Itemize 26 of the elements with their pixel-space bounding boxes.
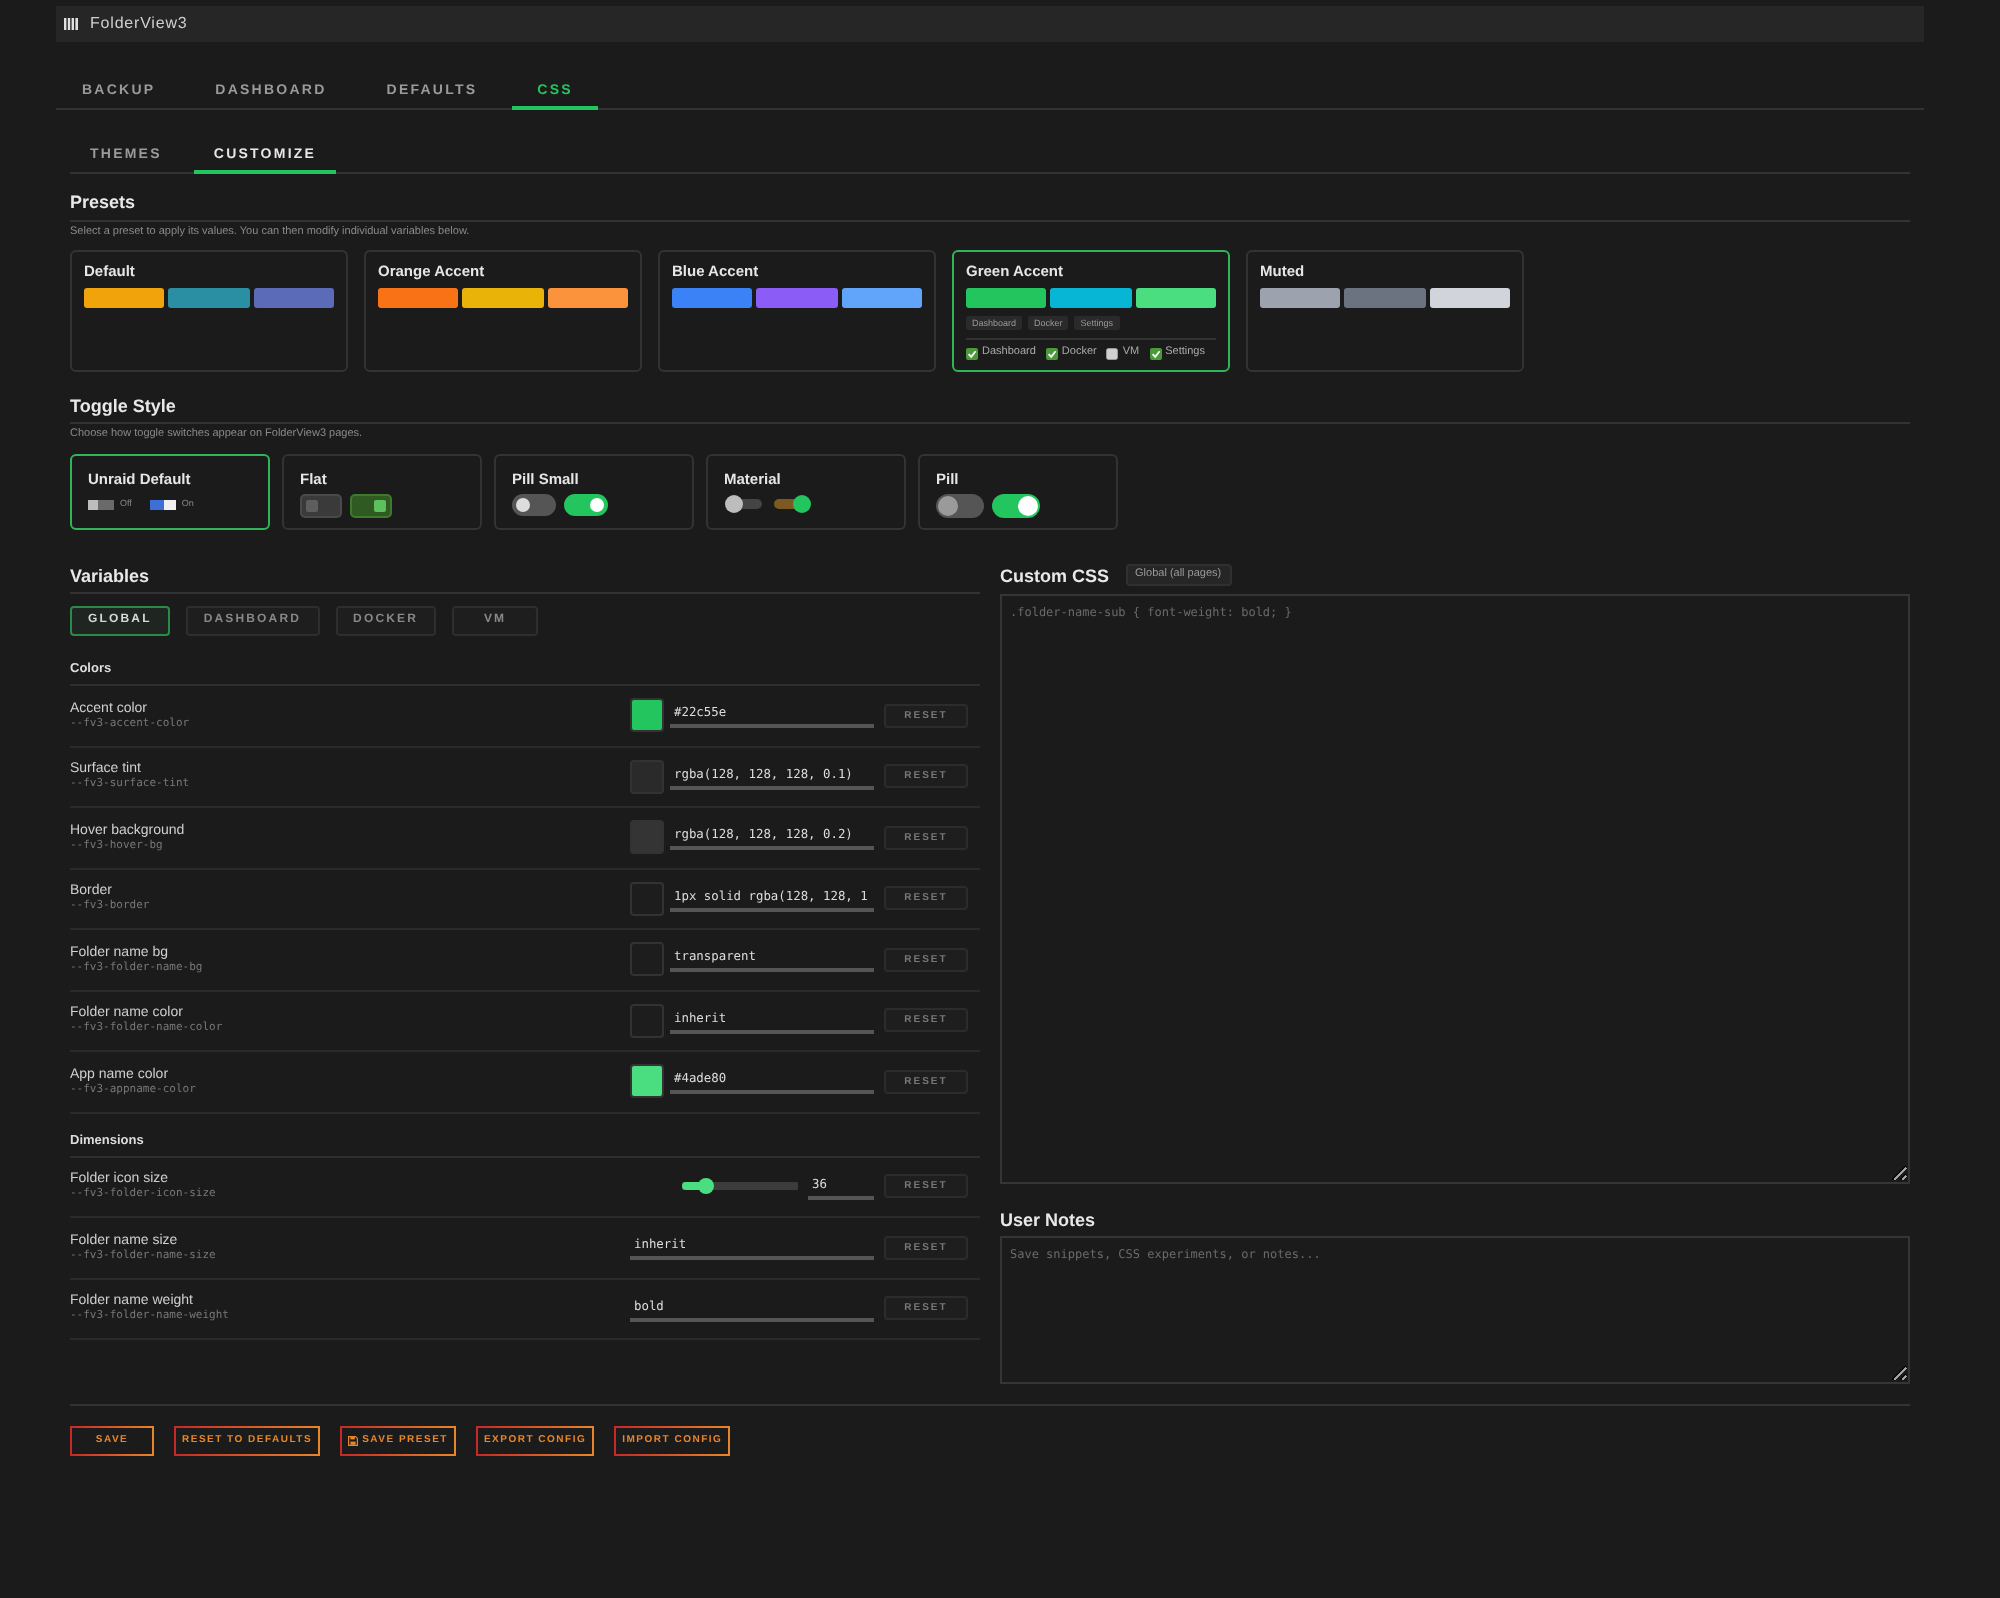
color-swatch-icon[interactable] [630, 698, 664, 733]
section-heading: Custom CSS [1000, 565, 1110, 585]
section-heading: User Notes [1000, 1210, 1096, 1230]
color-swatch-icon[interactable] [630, 1003, 664, 1038]
toggle-off-icon [512, 494, 556, 516]
section-heading: Presets [70, 192, 136, 212]
toggle-on-icon [350, 494, 392, 518]
section-heading: Toggle Style [70, 396, 176, 416]
toggle-on-icon [149, 499, 176, 509]
slider-thumb[interactable] [697, 1178, 714, 1195]
color-swatch-icon[interactable] [630, 820, 664, 855]
vertical-bars-icon [64, 18, 78, 30]
toggle-on-icon [992, 494, 1040, 518]
toggle-off-icon [724, 494, 764, 514]
toggle-off-icon [300, 494, 342, 518]
toggle-off-icon [936, 494, 984, 518]
toggle-on-icon [772, 494, 812, 514]
toggle-on-icon [564, 494, 608, 516]
toggle-off-icon [88, 499, 114, 509]
app-title: FolderView3 [90, 14, 188, 34]
color-swatch-icon[interactable] [630, 942, 664, 977]
color-swatch-icon[interactable] [630, 1064, 664, 1099]
checkbox[interactable] [1106, 347, 1119, 359]
color-swatch-icon[interactable] [630, 881, 664, 916]
section-heading: Variables [70, 566, 150, 586]
color-swatch-icon[interactable] [630, 759, 664, 794]
